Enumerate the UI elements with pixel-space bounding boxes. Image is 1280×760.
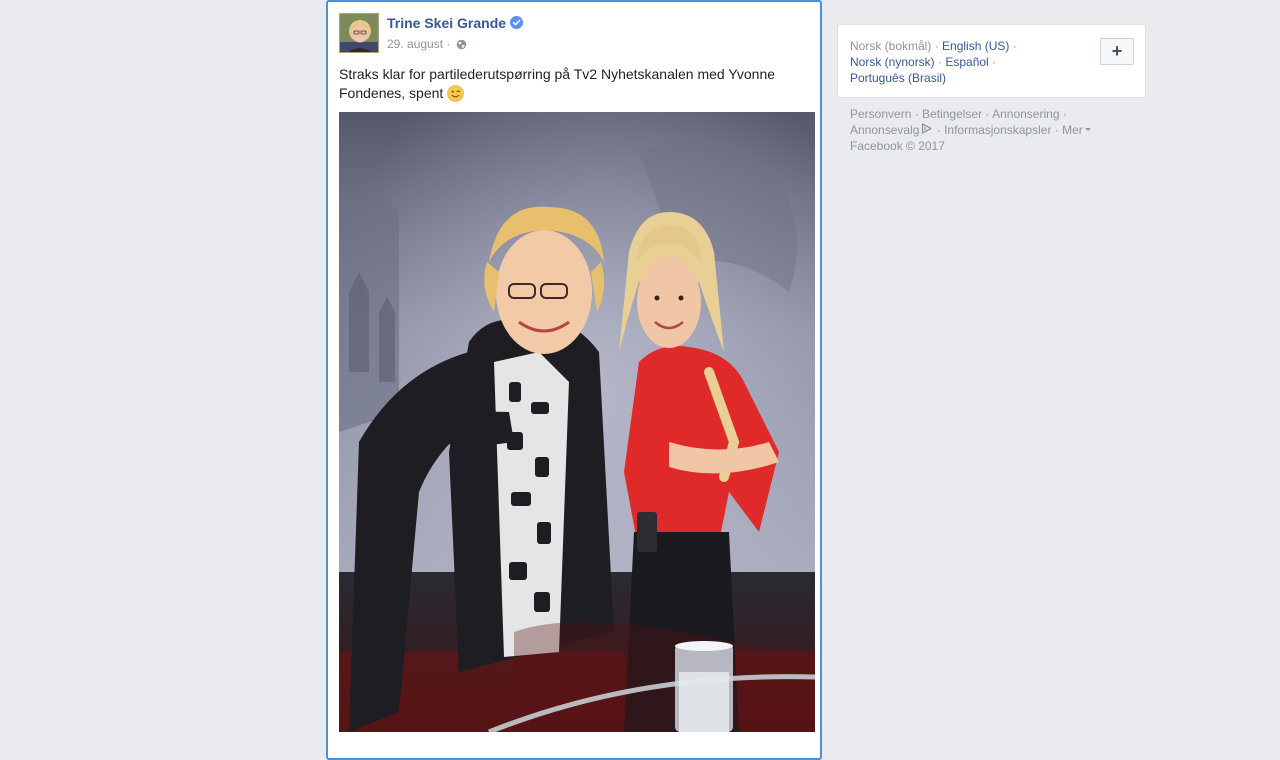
footer-link-annonsering[interactable]: Annonsering — [992, 107, 1059, 121]
current-language: Norsk (bokmål) — [850, 39, 932, 53]
adchoices-icon[interactable] — [921, 123, 933, 134]
wink-emoji-icon — [447, 85, 464, 102]
language-list: Norsk (bokmål) · English (US) · Norsk (n… — [850, 39, 1017, 85]
author-avatar[interactable] — [339, 13, 379, 53]
language-portugues-brasil[interactable]: Português (Brasil) — [850, 71, 946, 85]
post-photo[interactable] — [339, 112, 815, 732]
post-header: Trine Skei Grande 29. august · — [339, 13, 809, 55]
footer-link-mer-label[interactable]: Mer — [1062, 123, 1083, 137]
language-english-us[interactable]: English (US) — [942, 39, 1009, 53]
language-espanol[interactable]: Español — [945, 55, 988, 69]
language-card: Norsk (bokmål) · English (US) · Norsk (n… — [837, 24, 1146, 98]
footer-link-annonsevalg[interactable]: Annonsevalg — [850, 123, 919, 137]
add-language-button[interactable]: + — [1100, 38, 1134, 65]
globe-icon[interactable] — [456, 39, 467, 50]
footer-link-informasjonskapsler[interactable]: Informasjonskapsler — [944, 123, 1051, 137]
meta-separator: · — [446, 37, 451, 51]
footer-link-betingelser[interactable]: Betingelser — [922, 107, 982, 121]
post-card: Trine Skei Grande 29. august · Straks kl… — [326, 0, 822, 760]
author-name[interactable]: Trine Skei Grande — [387, 15, 524, 31]
post-meta: 29. august · — [387, 37, 467, 51]
post-text: Straks klar for partilederutspørring på … — [339, 65, 809, 103]
post-date[interactable]: 29. august — [387, 37, 443, 51]
language-norsk-nynorsk[interactable]: Norsk (nynorsk) — [850, 55, 935, 69]
copyright: Facebook © 2017 — [850, 139, 945, 153]
photo-image — [339, 112, 815, 732]
author-name-text[interactable]: Trine Skei Grande — [387, 15, 506, 31]
post-text-content: Straks klar for partilederutspørring på … — [339, 66, 776, 101]
footer-link-mer[interactable]: Mer — [1062, 123, 1091, 137]
footer-links: Personvern · Betingelser · Annonsering ·… — [850, 106, 1140, 154]
chevron-down-icon — [1084, 128, 1091, 131]
avatar-image — [340, 14, 378, 52]
footer-link-personvern[interactable]: Personvern — [850, 107, 911, 121]
verified-badge-icon — [510, 16, 524, 29]
